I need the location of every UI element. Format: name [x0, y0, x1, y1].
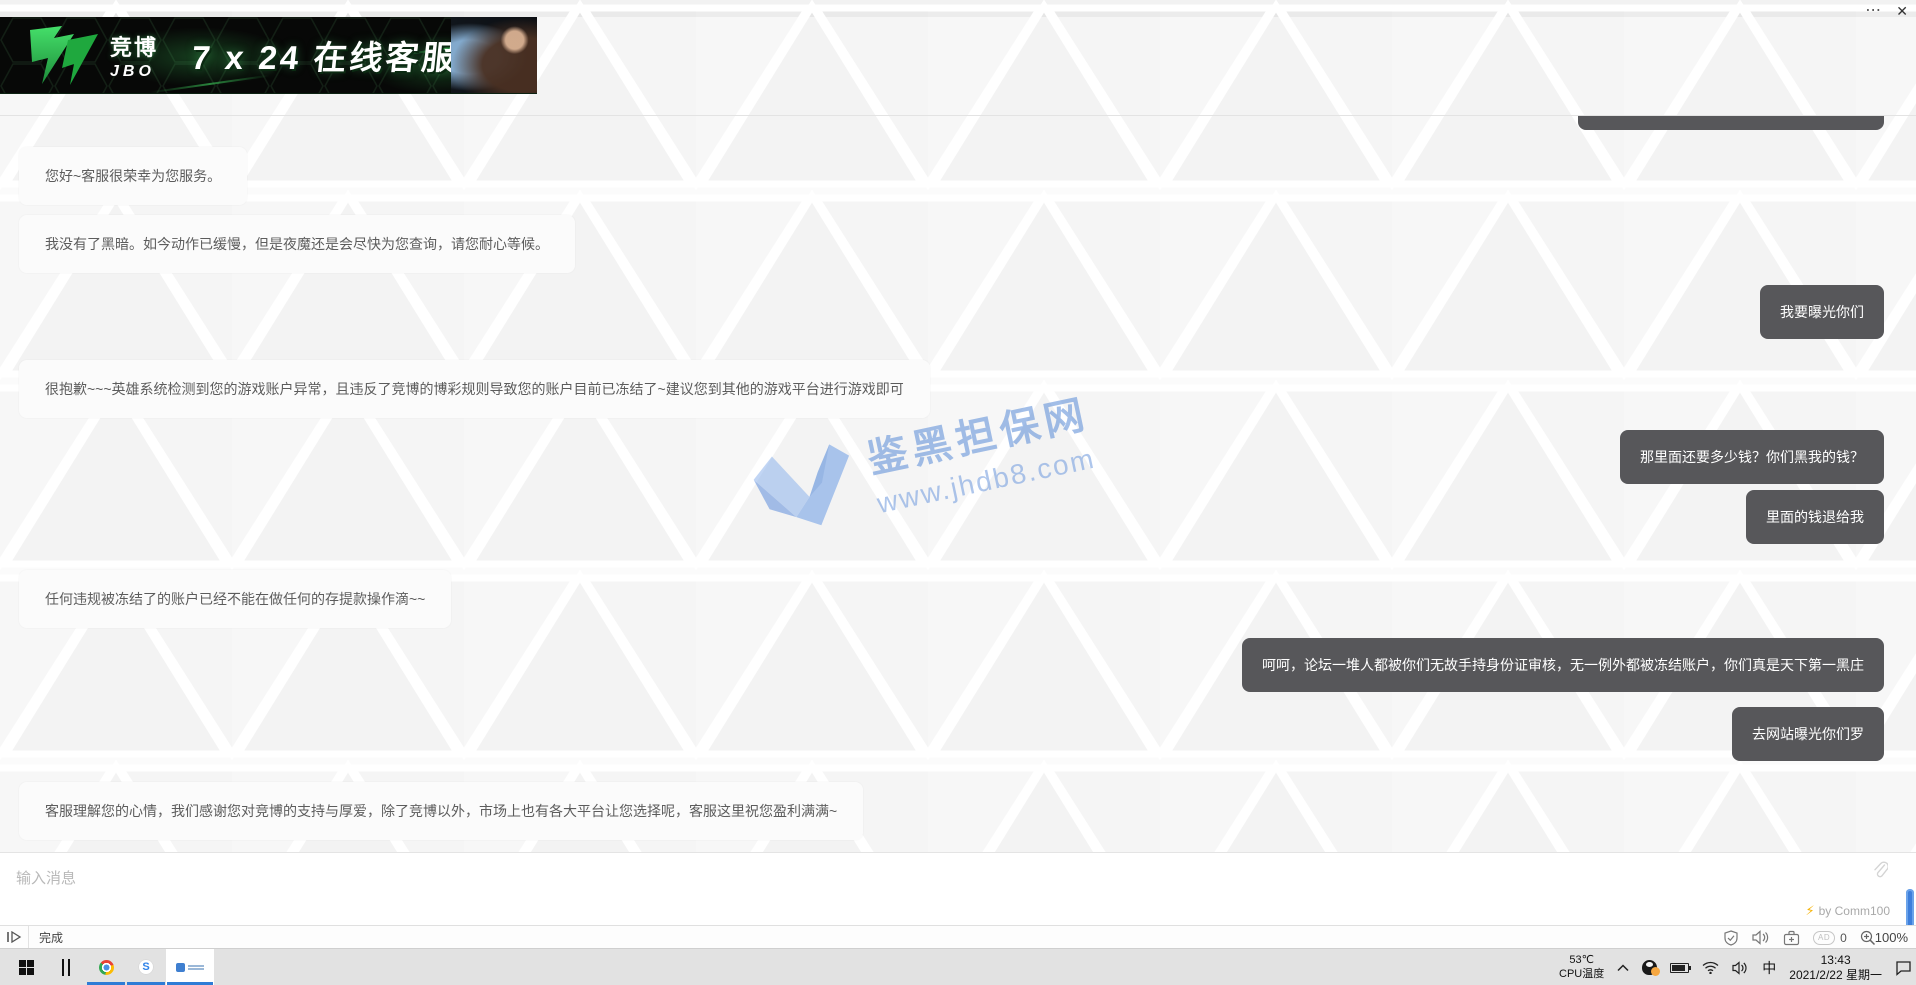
- zoom-control[interactable]: 100%: [1860, 930, 1908, 946]
- clock-widget[interactable]: 13:43 2021/2/22 星期一: [1789, 953, 1882, 983]
- ad-count: 0: [1840, 931, 1847, 945]
- agent-message: 客服理解您的心情，我们感谢您对竞博的支持与厚爱，除了竞博以外，市场上也有各大平台…: [19, 782, 863, 840]
- bars-icon: [62, 959, 70, 976]
- task-view-button[interactable]: [46, 949, 86, 985]
- windows-taskbar: S 53℃ CPU温度: [0, 948, 1916, 985]
- brand-name-en: JBO: [110, 63, 158, 81]
- divider: [28, 926, 29, 949]
- message-composer: ⚡ by Comm100: [0, 852, 1916, 925]
- ad-badge-icon: AD: [1813, 931, 1835, 945]
- tray-expand-chevron[interactable]: [1617, 964, 1629, 972]
- jbo-banner: 竞博 JBO 7 x 24 在线客服: [0, 17, 537, 94]
- close-icon[interactable]: ✕: [1896, 0, 1908, 22]
- security-shield-icon[interactable]: [1723, 930, 1739, 946]
- date: 2021/2/22 星期一: [1789, 968, 1882, 983]
- chat-window: ⋯ ✕: [0, 0, 1916, 985]
- visitor-message: 呵呵，论坛一堆人都被你们无故手持身份证审核，无一例外都被冻结账户，你们真是天下第…: [1242, 638, 1884, 692]
- toolbox-icon[interactable]: [1783, 930, 1800, 946]
- battery-icon[interactable]: [1670, 963, 1689, 973]
- visitor-message: 我要曝光你们: [1760, 285, 1884, 339]
- taskbar-sogou[interactable]: S: [126, 949, 166, 985]
- jbo-logo-icon: [22, 24, 100, 86]
- system-tray: 53℃ CPU温度 中 13:43 2021/2/22 星期一: [1559, 949, 1912, 985]
- wifi-icon[interactable]: [1702, 961, 1719, 974]
- browser-status-bar: 完成 AD 0 100%: [0, 925, 1916, 948]
- zoom-level: 100%: [1875, 930, 1908, 945]
- cpu-temp-widget[interactable]: 53℃ CPU温度: [1559, 954, 1604, 982]
- agent-message: 很抱歉~~~英雄系统检测到您的游戏账户异常，且违反了竞博的博彩规则导致您的账户目…: [19, 360, 930, 418]
- brand-name-cn: 竞博: [110, 30, 158, 62]
- action-center-icon[interactable]: [1895, 960, 1912, 976]
- media-play-icon[interactable]: [0, 931, 28, 943]
- watermark-url: www.jhdb8.com: [874, 442, 1101, 520]
- taskbar-chrome[interactable]: [86, 949, 126, 985]
- agent-message: 任何违规被冻结了的账户已经不能在做任何的存提款操作滴~~: [19, 570, 451, 628]
- cpu-temp-label: CPU温度: [1559, 968, 1604, 982]
- cpu-temp-value: 53℃: [1559, 954, 1604, 968]
- zoom-icon: [1860, 930, 1876, 946]
- banner-title: 7 x 24 在线客服: [189, 31, 460, 79]
- ad-filter-indicator[interactable]: AD 0: [1813, 931, 1847, 945]
- more-options-icon[interactable]: ⋯: [1865, 0, 1882, 22]
- active-app-icon: [176, 963, 204, 972]
- brand-text: 竞博 JBO: [110, 30, 158, 81]
- support-agent-photo: [451, 17, 537, 94]
- powered-by: ⚡ by Comm100: [1805, 903, 1890, 919]
- visitor-message: 里面的钱退给我: [1746, 490, 1884, 544]
- sogou-icon: S: [138, 959, 154, 975]
- status-done-label: 完成: [39, 929, 63, 946]
- message-input[interactable]: [0, 853, 1916, 925]
- chat-transcript: 您好~客服很荣幸为您服务。 我没有了黑暗。如今动作已缓慢，但是夜魔还是会尽快为您…: [0, 115, 1916, 852]
- attachment-icon[interactable]: [1872, 861, 1888, 879]
- chat-bubble-clipped: [1578, 116, 1884, 130]
- visitor-message: 那里面还要多少钱？你们黑我的钱？: [1620, 430, 1884, 484]
- lightning-icon: ⚡: [1805, 903, 1814, 919]
- time: 13:43: [1789, 953, 1882, 968]
- qq-icon[interactable]: [1642, 960, 1657, 975]
- agent-message: 您好~客服很荣幸为您服务。: [19, 147, 247, 205]
- volume-icon[interactable]: [1732, 961, 1749, 975]
- start-button[interactable]: [6, 949, 46, 985]
- speaker-icon[interactable]: [1752, 930, 1770, 945]
- taskbar-active-app[interactable]: [166, 949, 214, 985]
- visitor-message: 去网站曝光你们罗: [1732, 707, 1884, 761]
- powered-by-label: by Comm100: [1819, 904, 1890, 918]
- chrome-icon: [99, 960, 114, 975]
- jhdb8-logo-icon: [746, 430, 868, 546]
- agent-message: 我没有了黑暗。如今动作已缓慢，但是夜魔还是会尽快为您查询，请您耐心等候。: [19, 215, 575, 273]
- windows-logo-icon: [19, 960, 34, 975]
- ime-indicator[interactable]: 中: [1762, 958, 1776, 978]
- window-controls: ⋯ ✕: [1865, 0, 1916, 22]
